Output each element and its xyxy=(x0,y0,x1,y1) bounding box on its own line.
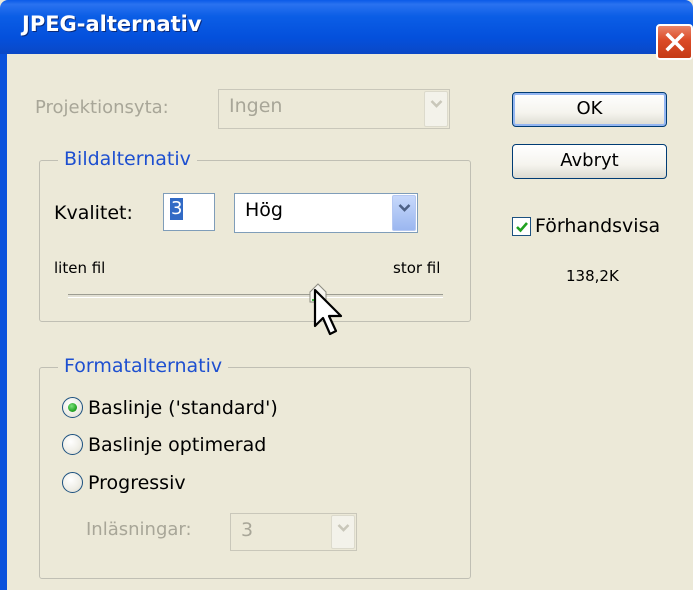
quality-preset-select[interactable]: Hög xyxy=(234,193,418,233)
quality-preset-value: Hög xyxy=(245,199,283,221)
projection-value: Ingen xyxy=(229,95,283,117)
radio-selected-dot xyxy=(68,403,77,412)
small-file-label: liten fil xyxy=(54,259,106,277)
quality-slider-track[interactable] xyxy=(68,294,443,298)
mouse-cursor-icon xyxy=(313,288,343,336)
radio-baseline-standard[interactable] xyxy=(62,397,83,418)
window-frame-left xyxy=(0,54,7,590)
quality-input[interactable]: 3 xyxy=(163,193,215,231)
large-file-label: stor fil xyxy=(393,259,441,277)
cancel-button[interactable]: Avbryt xyxy=(512,144,667,179)
radio-progressive-label[interactable]: Progressiv xyxy=(88,472,186,494)
image-options-title: Bildalternativ xyxy=(58,148,197,170)
scans-dropdown-arrow xyxy=(331,515,355,549)
radio-baseline-standard-label[interactable]: Baslinje ('standard') xyxy=(88,397,278,419)
quality-label: Kvalitet: xyxy=(54,202,133,224)
title-bar[interactable]: JPEG-alternativ xyxy=(0,0,693,60)
quality-value: 3 xyxy=(170,198,184,220)
preview-checkbox[interactable] xyxy=(512,217,531,236)
scans-label: Inläsningar: xyxy=(86,519,192,540)
jpeg-options-dialog: JPEG-alternativ Projektionsyta: Ingen Bi… xyxy=(0,0,693,590)
preview-label[interactable]: Förhandsvisa xyxy=(535,215,660,237)
scans-select: 3 xyxy=(230,513,357,551)
projection-label: Projektionsyta: xyxy=(35,97,169,118)
radio-baseline-optimized[interactable] xyxy=(62,434,83,455)
radio-baseline-optimized-label[interactable]: Baslinje optimerad xyxy=(88,434,266,456)
window-title: JPEG-alternativ xyxy=(22,12,202,36)
ok-button[interactable]: OK xyxy=(512,92,667,127)
preview-file-size: 138,2K xyxy=(566,267,619,285)
close-icon xyxy=(665,32,685,52)
radio-progressive[interactable] xyxy=(62,472,83,493)
checkmark-icon xyxy=(516,222,528,233)
scans-value: 3 xyxy=(241,519,254,541)
format-options-title: Formatalternativ xyxy=(58,355,229,377)
projection-dropdown-arrow xyxy=(424,91,448,127)
chevron-down-icon xyxy=(430,100,443,108)
quality-preset-dropdown-arrow[interactable] xyxy=(392,195,416,231)
close-button[interactable] xyxy=(656,24,693,60)
chevron-down-icon xyxy=(337,524,350,532)
projection-select: Ingen xyxy=(218,89,450,129)
chevron-down-icon xyxy=(398,204,411,212)
